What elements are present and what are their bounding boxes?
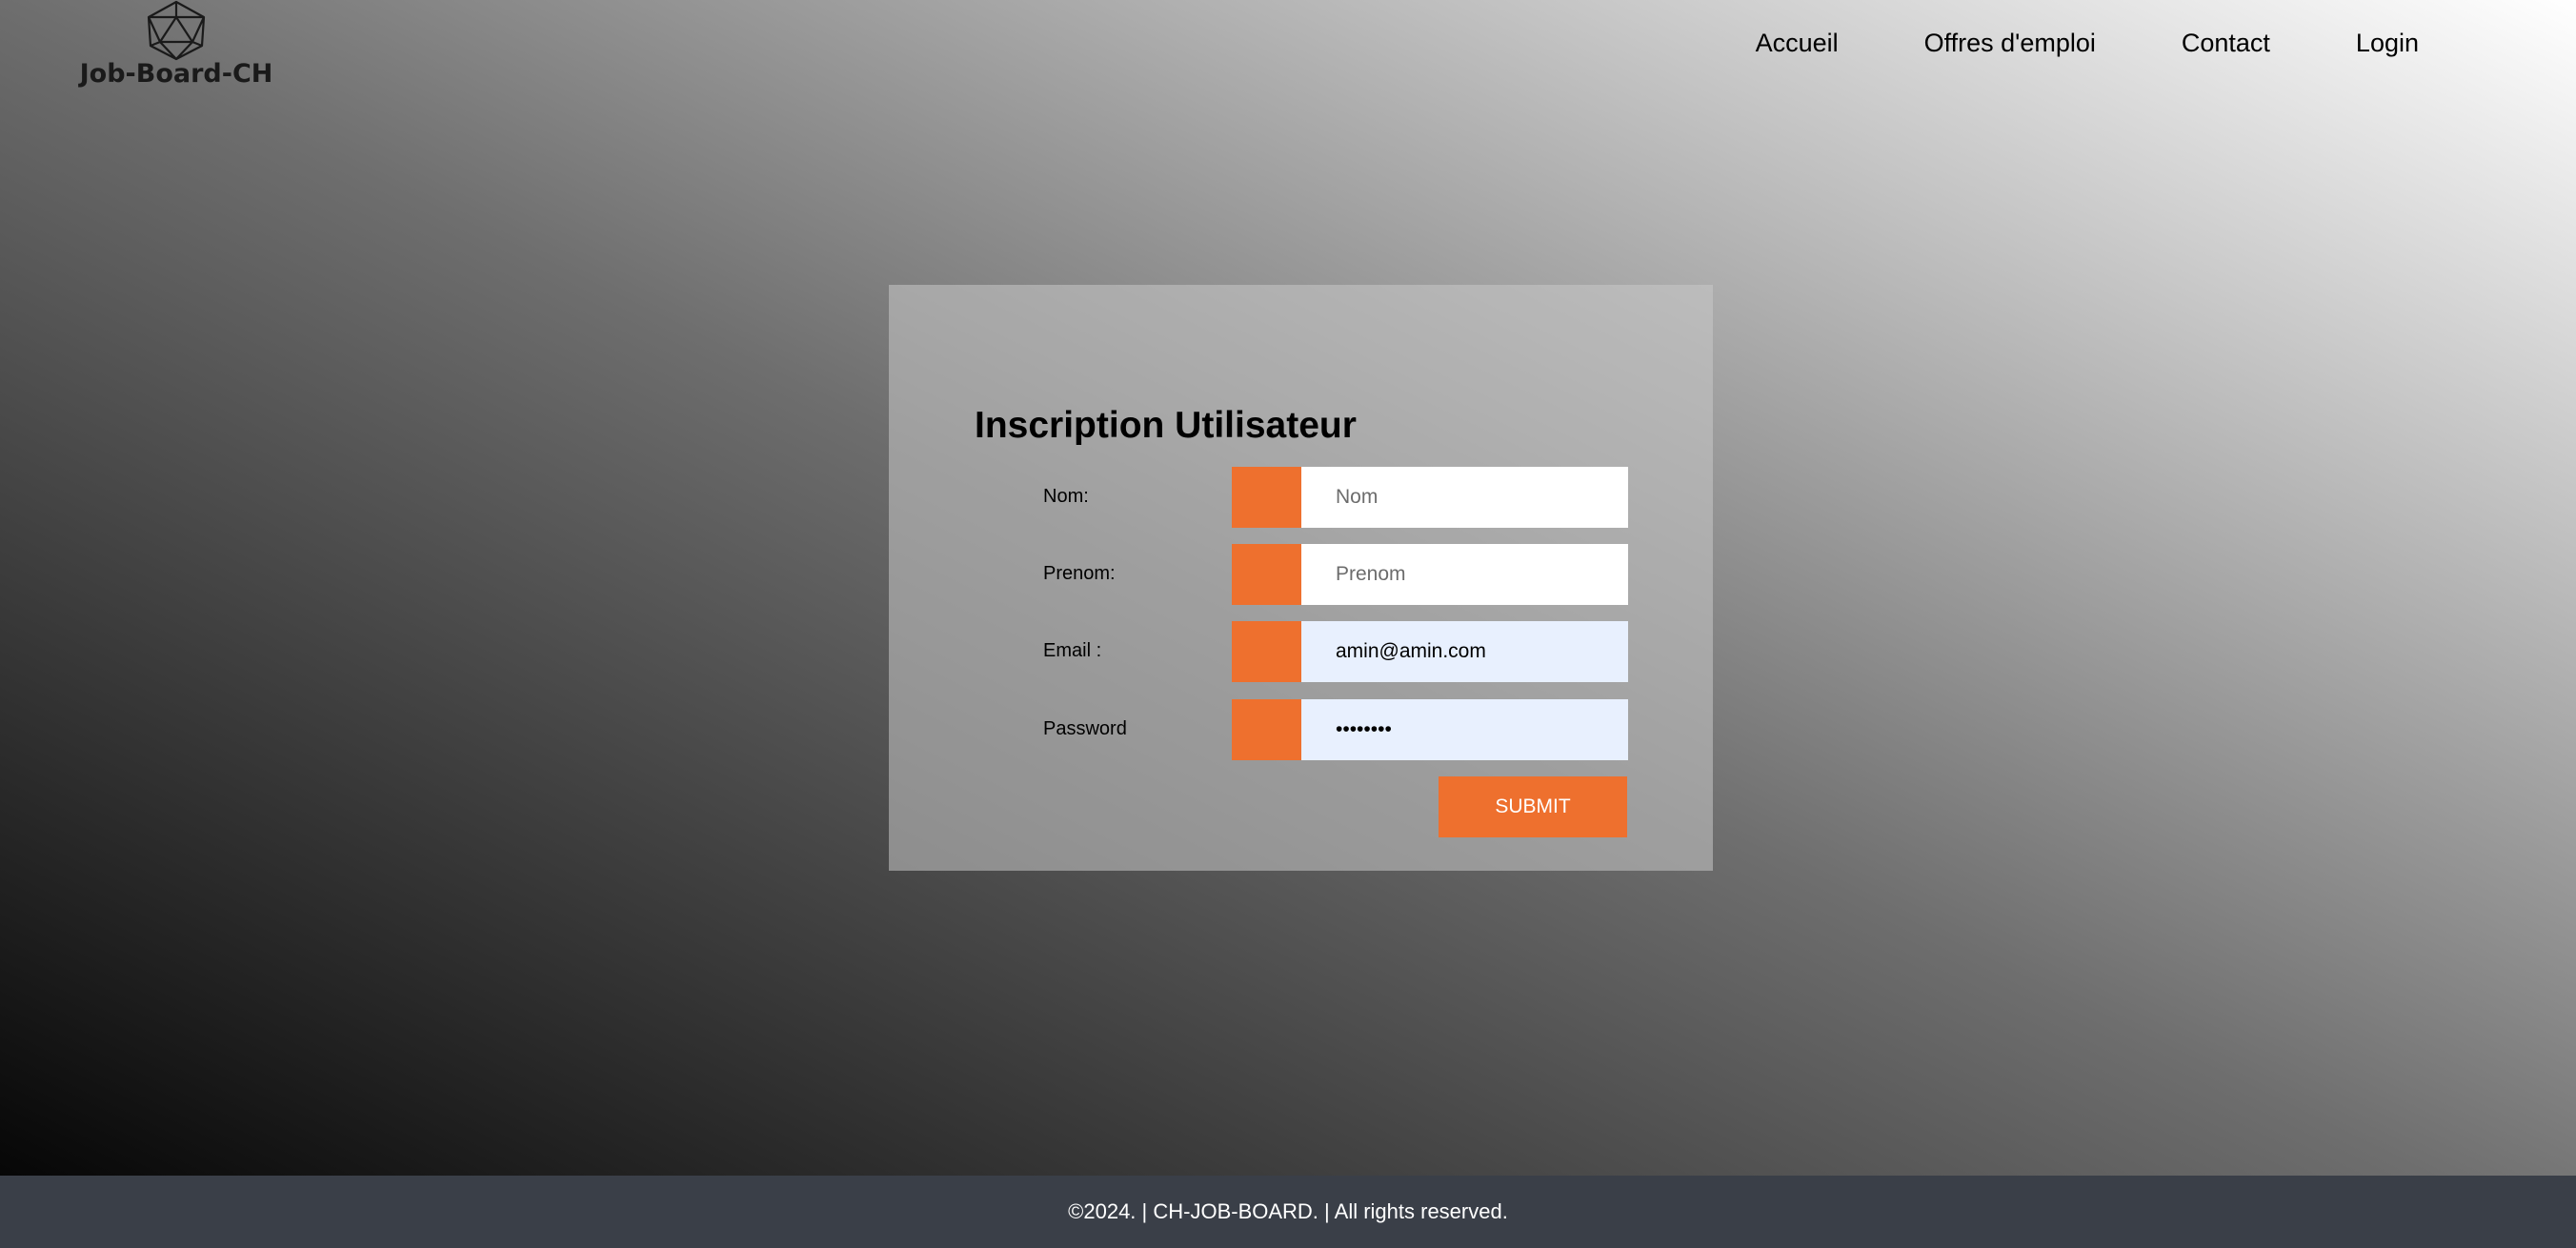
submit-button[interactable]: SUBMIT: [1439, 776, 1627, 837]
email-input[interactable]: [1301, 621, 1628, 682]
email-input-group: [1232, 621, 1628, 682]
nav-login[interactable]: Login: [2356, 29, 2419, 58]
prenom-input[interactable]: [1301, 544, 1628, 605]
nav-contact[interactable]: Contact: [2182, 29, 2270, 58]
icosahedron-icon: [147, 0, 206, 61]
form-row-prenom: Prenom:: [1043, 544, 1629, 605]
nom-input-group: [1232, 467, 1628, 528]
nom-input-addon: [1232, 467, 1301, 528]
form-row-email: Email :: [1043, 621, 1629, 682]
password-input-group: [1232, 699, 1628, 760]
prenom-input-addon: [1232, 544, 1301, 605]
logo-text: Job-Board-CH: [79, 59, 273, 89]
registration-card: Inscription Utilisateur Nom: Prenom: Ema…: [889, 285, 1713, 871]
prenom-label: Prenom:: [1043, 563, 1116, 584]
form-row-nom: Nom:: [1043, 467, 1629, 528]
main-nav: Accueil Offres d'emploi Contact Login: [1670, 29, 2419, 58]
password-input[interactable]: [1301, 699, 1628, 760]
footer-copyright: ©2024. | CH-JOB-BOARD. | All rights rese…: [1068, 1199, 1508, 1223]
password-label: Password: [1043, 718, 1127, 739]
site-logo[interactable]: Job-Board-CH: [76, 0, 276, 100]
footer: ©2024. | CH-JOB-BOARD. | All rights rese…: [0, 1176, 2576, 1248]
form-title: Inscription Utilisateur: [975, 405, 1357, 446]
nom-label: Nom:: [1043, 486, 1089, 507]
password-input-addon: [1232, 699, 1301, 760]
email-input-addon: [1232, 621, 1301, 682]
nom-input[interactable]: [1301, 467, 1628, 528]
email-label: Email :: [1043, 640, 1102, 661]
nav-offres-emploi[interactable]: Offres d'emploi: [1924, 29, 2096, 58]
nav-accueil[interactable]: Accueil: [1756, 29, 1839, 58]
prenom-input-group: [1232, 544, 1628, 605]
form-row-password: Password: [1043, 699, 1629, 760]
